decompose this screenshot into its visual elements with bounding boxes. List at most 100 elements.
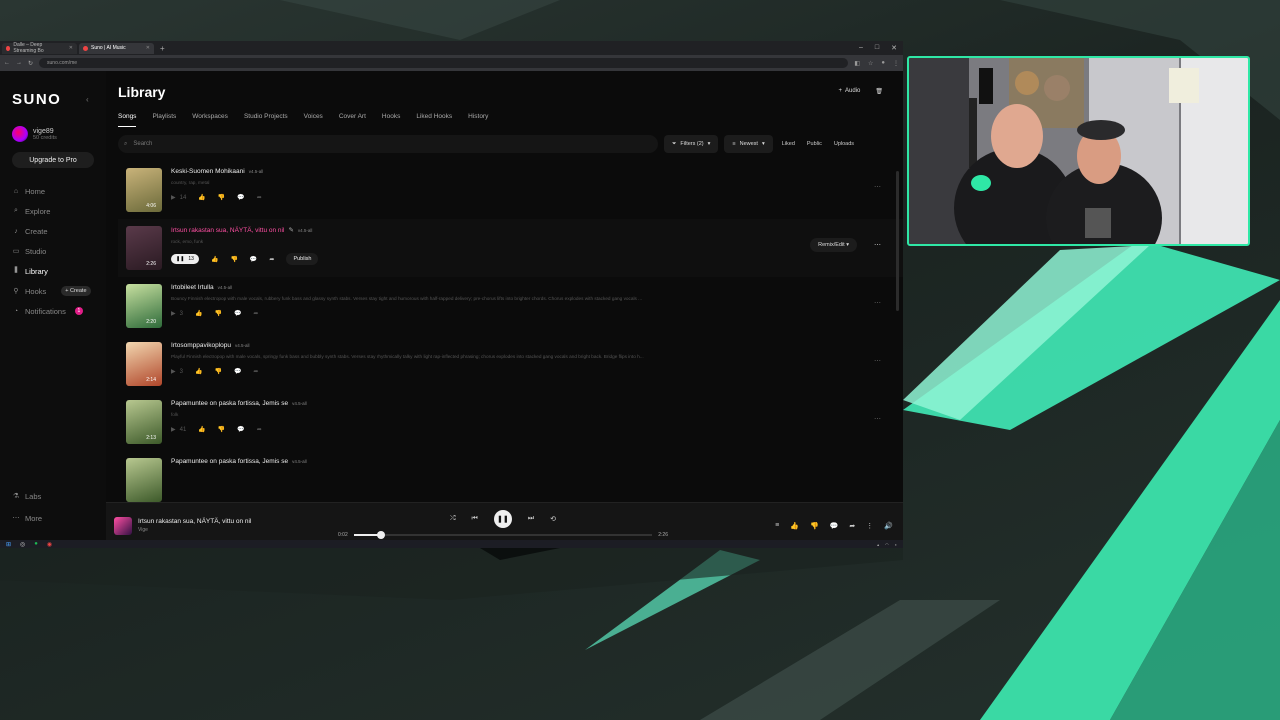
- browser-tab-1[interactable]: Suno | AI Music ✕: [79, 42, 154, 54]
- previous-icon[interactable]: ⏮: [472, 515, 478, 523]
- tab-close-icon[interactable]: ✕: [69, 45, 73, 51]
- list-scrollbar[interactable]: [896, 171, 899, 311]
- comment-icon[interactable]: 💬: [830, 522, 839, 530]
- extension-icon[interactable]: ◧: [854, 60, 860, 67]
- profile-icon[interactable]: ●: [881, 60, 885, 67]
- back-icon[interactable]: ←: [4, 60, 10, 66]
- queue-icon[interactable]: ≡: [775, 522, 779, 530]
- comment-icon[interactable]: 💬: [234, 368, 241, 375]
- song-title[interactable]: Papamuntee on paska fortissa, Jemis se: [171, 458, 288, 465]
- tab-voices[interactable]: Voices: [304, 113, 323, 127]
- more-options-icon[interactable]: ⋯: [874, 241, 881, 249]
- shuffle-icon[interactable]: ⤮: [450, 515, 456, 523]
- sidebar-item-more[interactable]: ⋯ More: [12, 513, 43, 523]
- filter-public[interactable]: Public: [804, 141, 825, 147]
- sidebar-item-explore[interactable]: ⌕ Explore: [12, 206, 94, 216]
- tray-icon[interactable]: ▴: [877, 542, 879, 547]
- tab-workspaces[interactable]: Workspaces: [192, 113, 228, 127]
- sidebar-item-labs[interactable]: ⚗ Labs: [12, 491, 42, 501]
- reload-icon[interactable]: ↻: [28, 60, 33, 67]
- song-row[interactable]: Papamuntee on paska fortissa, Jemis se v4…: [118, 451, 903, 509]
- upload-audio-button[interactable]: + Audio: [834, 85, 866, 97]
- pause-button[interactable]: ❚❚ 13: [171, 254, 199, 264]
- volume-icon[interactable]: 🔊: [884, 522, 893, 530]
- like-icon[interactable]: 👍: [198, 426, 205, 433]
- sidebar-item-library[interactable]: ⫼ Library: [12, 266, 94, 276]
- new-tab-icon[interactable]: +: [156, 44, 169, 53]
- browser-tab-0[interactable]: Dalle – Deep Streaming Bo ✕: [2, 42, 77, 54]
- upgrade-button[interactable]: Upgrade to Pro: [12, 152, 94, 168]
- sidebar-item-home[interactable]: ⌂ Home: [12, 186, 94, 196]
- sidebar-item-create[interactable]: ♪ Create: [12, 226, 94, 236]
- trash-icon[interactable]: 🗑: [875, 88, 883, 95]
- song-title[interactable]: Irtsun rakastan sua, NÄYTÄ, vittu on nil: [171, 227, 284, 234]
- comment-icon[interactable]: 💬: [237, 426, 244, 433]
- progress-handle[interactable]: [376, 531, 385, 539]
- dislike-icon[interactable]: 👎: [218, 194, 225, 201]
- tab-studio-projects[interactable]: Studio Projects: [244, 113, 288, 127]
- publish-button[interactable]: Publish: [286, 253, 319, 265]
- play-count[interactable]: ▶ 14: [171, 194, 186, 202]
- filter-uploads[interactable]: Uploads: [831, 141, 857, 147]
- player-title[interactable]: Irtsun rakastan sua, NÄYTÄ, vittu on nil: [138, 518, 338, 525]
- sidebar-item-notifications[interactable]: ◔ Notifications 1: [12, 306, 94, 316]
- user-profile[interactable]: vige89 50 credits: [12, 126, 94, 142]
- pause-button[interactable]: ❚❚: [493, 510, 512, 528]
- song-row[interactable]: 2:20 Irtobileet Irtulla v4.5-all Bouncy F…: [118, 277, 903, 335]
- play-count[interactable]: ▶ 3: [171, 310, 183, 318]
- song-cover[interactable]: 2:20: [126, 284, 162, 328]
- share-icon[interactable]: ➦: [257, 194, 262, 201]
- song-cover[interactable]: 2:13: [126, 400, 162, 444]
- song-row[interactable]: 4:06 Keski-Suomen Mohikaani v4.5-all coun…: [118, 161, 903, 219]
- song-title[interactable]: Papamuntee on paska fortissa, Jemis se: [171, 400, 288, 407]
- create-hook-button[interactable]: + Create: [61, 286, 91, 296]
- like-icon[interactable]: 👍: [211, 256, 218, 263]
- play-count[interactable]: ▶ 3: [171, 368, 183, 376]
- play-count[interactable]: ▶ 41: [171, 426, 186, 434]
- collapse-sidebar-icon[interactable]: ‹: [86, 95, 89, 104]
- dislike-icon[interactable]: 👎: [810, 522, 819, 530]
- share-icon[interactable]: ➦: [253, 368, 258, 375]
- song-row[interactable]: 2:26 Irtsun rakastan sua, NÄYTÄ, vittu o…: [118, 219, 903, 277]
- browser-menu-icon[interactable]: ⋮: [893, 60, 899, 67]
- more-options-icon[interactable]: ⋯: [874, 183, 881, 191]
- minimize-icon[interactable]: –: [859, 44, 863, 52]
- song-cover[interactable]: [126, 458, 162, 502]
- sidebar-item-hooks[interactable]: ⚲ Hooks + Create: [12, 286, 94, 296]
- share-icon[interactable]: ➦: [269, 256, 274, 263]
- tab-liked-hooks[interactable]: Liked Hooks: [416, 113, 452, 127]
- more-options-icon[interactable]: ⋯: [874, 299, 881, 307]
- like-icon[interactable]: 👍: [790, 522, 799, 530]
- url-field[interactable]: suno.com/me: [39, 58, 849, 68]
- share-icon[interactable]: ➦: [257, 426, 262, 433]
- song-title[interactable]: Keski-Suomen Mohikaani: [171, 168, 245, 175]
- sort-dropdown[interactable]: ≡ Newest ▾: [724, 135, 773, 153]
- sidebar-item-studio[interactable]: ▭ Studio: [12, 246, 94, 256]
- network-icon[interactable]: ◠: [885, 542, 889, 547]
- suno-logo[interactable]: SUNO: [12, 91, 94, 108]
- tab-cover-art[interactable]: Cover Art: [339, 113, 366, 127]
- forward-icon[interactable]: →: [16, 60, 22, 66]
- tab-playlists[interactable]: Playlists: [152, 113, 176, 127]
- tab-close-icon[interactable]: ✕: [146, 45, 150, 51]
- song-cover[interactable]: 2:14: [126, 342, 162, 386]
- more-options-icon[interactable]: ⋯: [874, 357, 881, 365]
- chrome-icon[interactable]: ◉: [47, 541, 52, 548]
- song-title[interactable]: Irtobileet Irtulla: [171, 284, 214, 291]
- bookmark-icon[interactable]: ☆: [868, 60, 873, 67]
- obs-icon[interactable]: ◎: [20, 541, 25, 548]
- filter-liked[interactable]: Liked: [779, 141, 798, 147]
- player-artist[interactable]: Vige: [138, 527, 338, 533]
- song-cover[interactable]: 4:06: [126, 168, 162, 212]
- comment-icon[interactable]: 💬: [250, 256, 257, 263]
- volume-tray-icon[interactable]: ◖: [895, 542, 897, 547]
- comment-icon[interactable]: 💬: [234, 310, 241, 317]
- song-row[interactable]: 2:14 Irtosomppavikoplopu v4.5-all Playful…: [118, 335, 903, 393]
- player-cover[interactable]: [114, 516, 132, 535]
- more-options-icon[interactable]: ⋮: [866, 522, 873, 530]
- dislike-icon[interactable]: 👎: [230, 256, 237, 263]
- song-row[interactable]: 2:13 Papamuntee on paska fortissa, Jemis…: [118, 393, 903, 451]
- edit-icon[interactable]: ✎: [288, 226, 293, 234]
- dislike-icon[interactable]: 👎: [214, 310, 221, 317]
- next-icon[interactable]: ⏭: [528, 515, 534, 523]
